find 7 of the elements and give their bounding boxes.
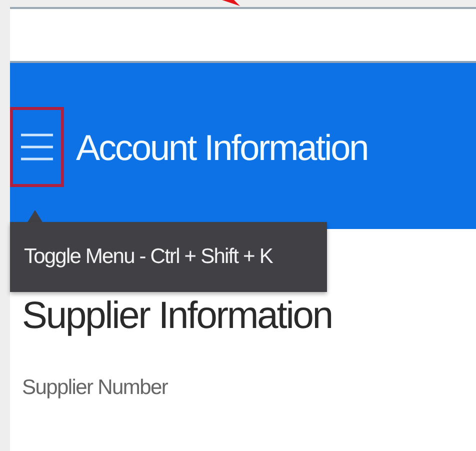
page-title: Account Information <box>76 127 368 169</box>
menu-icon <box>20 132 54 162</box>
menu-button[interactable] <box>10 107 64 187</box>
annotation-arrow <box>222 0 240 6</box>
tooltip: Toggle Menu - Ctrl + Shift + K <box>10 222 327 292</box>
section-title: Supplier Information <box>22 295 334 338</box>
field-label: Supplier Number <box>22 376 169 400</box>
